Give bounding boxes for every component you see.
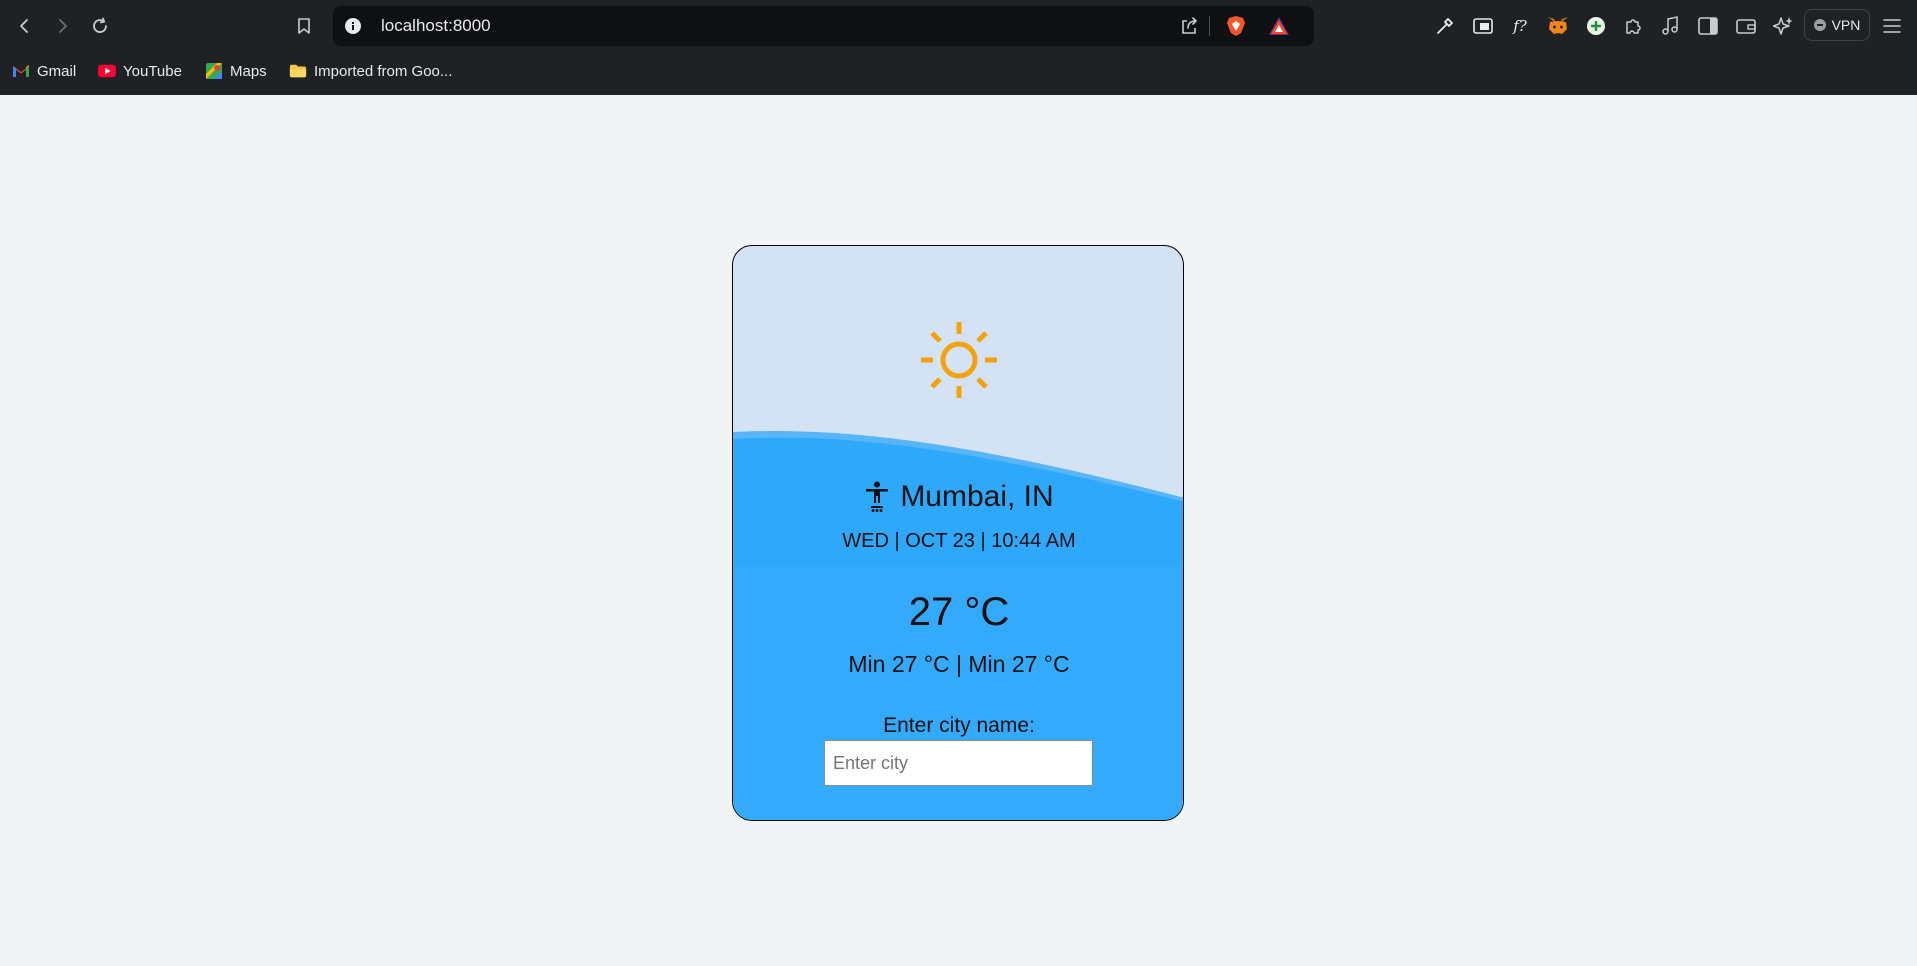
youtube-icon: [98, 63, 116, 79]
vpn-label: VPN: [1831, 17, 1861, 33]
vpn-status-icon: [1813, 19, 1826, 31]
reload-button[interactable]: [86, 12, 114, 40]
city-input-label: Enter city name:: [883, 714, 1035, 737]
brave-shields-icon[interactable]: [1223, 14, 1249, 38]
forward-arrow-icon: [59, 19, 67, 33]
bookmark-page-button[interactable]: [290, 12, 318, 40]
picture-in-picture-icon[interactable]: [1471, 14, 1495, 38]
share-icon[interactable]: [1176, 14, 1202, 38]
min-max-temperature: Min 27 °C | Min 27 °C: [848, 651, 1070, 677]
bookmark-label: Gmail: [37, 62, 77, 80]
city-name: Mumbai, IN: [900, 480, 1054, 513]
extensions-puzzle-icon[interactable]: [1621, 14, 1645, 38]
eyedropper-icon[interactable]: [1433, 14, 1457, 38]
date-time: WED | OCT 23 | 10:44 AM: [842, 530, 1076, 552]
vpn-button[interactable]: VPN: [1804, 9, 1870, 41]
site-info-icon[interactable]: [343, 16, 363, 36]
bookmark-label: Maps: [230, 62, 267, 80]
media-music-icon[interactable]: [1658, 14, 1682, 38]
address-text: localhost:8000: [381, 16, 491, 35]
brave-rewards-icon[interactable]: [1266, 14, 1292, 38]
gmail-icon: [12, 63, 30, 79]
location-row: Mumbai, IN: [733, 480, 1183, 514]
bookmark-label: YouTube: [123, 62, 182, 80]
back-button[interactable]: [11, 12, 39, 40]
skateboarder-icon: [866, 481, 889, 512]
menu-hamburger-icon[interactable]: [1880, 14, 1904, 38]
weather-card: Mumbai, IN WED | OCT 23 | 10:44 AM 27 °C…: [732, 245, 1184, 821]
folder-icon: [289, 63, 307, 79]
forward-button[interactable]: [48, 12, 76, 40]
sidebar-toggle-icon[interactable]: [1696, 14, 1720, 38]
browser-toolbar: localhost:8000 f? VPN: [0, 0, 1917, 52]
reload-icon: [93, 17, 107, 33]
temperature: 27 °C: [908, 590, 1010, 634]
add-circle-extension-icon[interactable]: [1584, 14, 1608, 38]
bookmark-gmail[interactable]: Gmail: [12, 60, 76, 82]
metamask-fox-icon[interactable]: [1546, 14, 1570, 38]
city-search-input[interactable]: [824, 740, 1093, 786]
bookmark-folder-imported[interactable]: Imported from Goo...: [289, 60, 452, 82]
wallet-icon[interactable]: [1734, 14, 1758, 38]
bookmark-icon: [298, 18, 310, 34]
maps-icon: [205, 63, 223, 79]
bookmark-youtube[interactable]: YouTube: [98, 60, 182, 82]
leo-ai-sparkle-icon[interactable]: [1771, 14, 1795, 38]
bookmark-maps[interactable]: Maps: [205, 60, 267, 82]
browser-chrome: localhost:8000 f? VPN Gmail YouTube Maps…: [0, 0, 1917, 95]
back-arrow-icon: [20, 19, 28, 33]
bookmarks-bar: Gmail YouTube Maps Imported from Goo...: [0, 52, 1917, 95]
bookmark-label: Imported from Goo...: [314, 62, 453, 80]
address-divider: [1209, 16, 1210, 36]
sun-icon: [921, 322, 997, 398]
formula-extension-icon[interactable]: f?: [1508, 14, 1532, 38]
address-bar[interactable]: localhost:8000: [333, 6, 1314, 46]
